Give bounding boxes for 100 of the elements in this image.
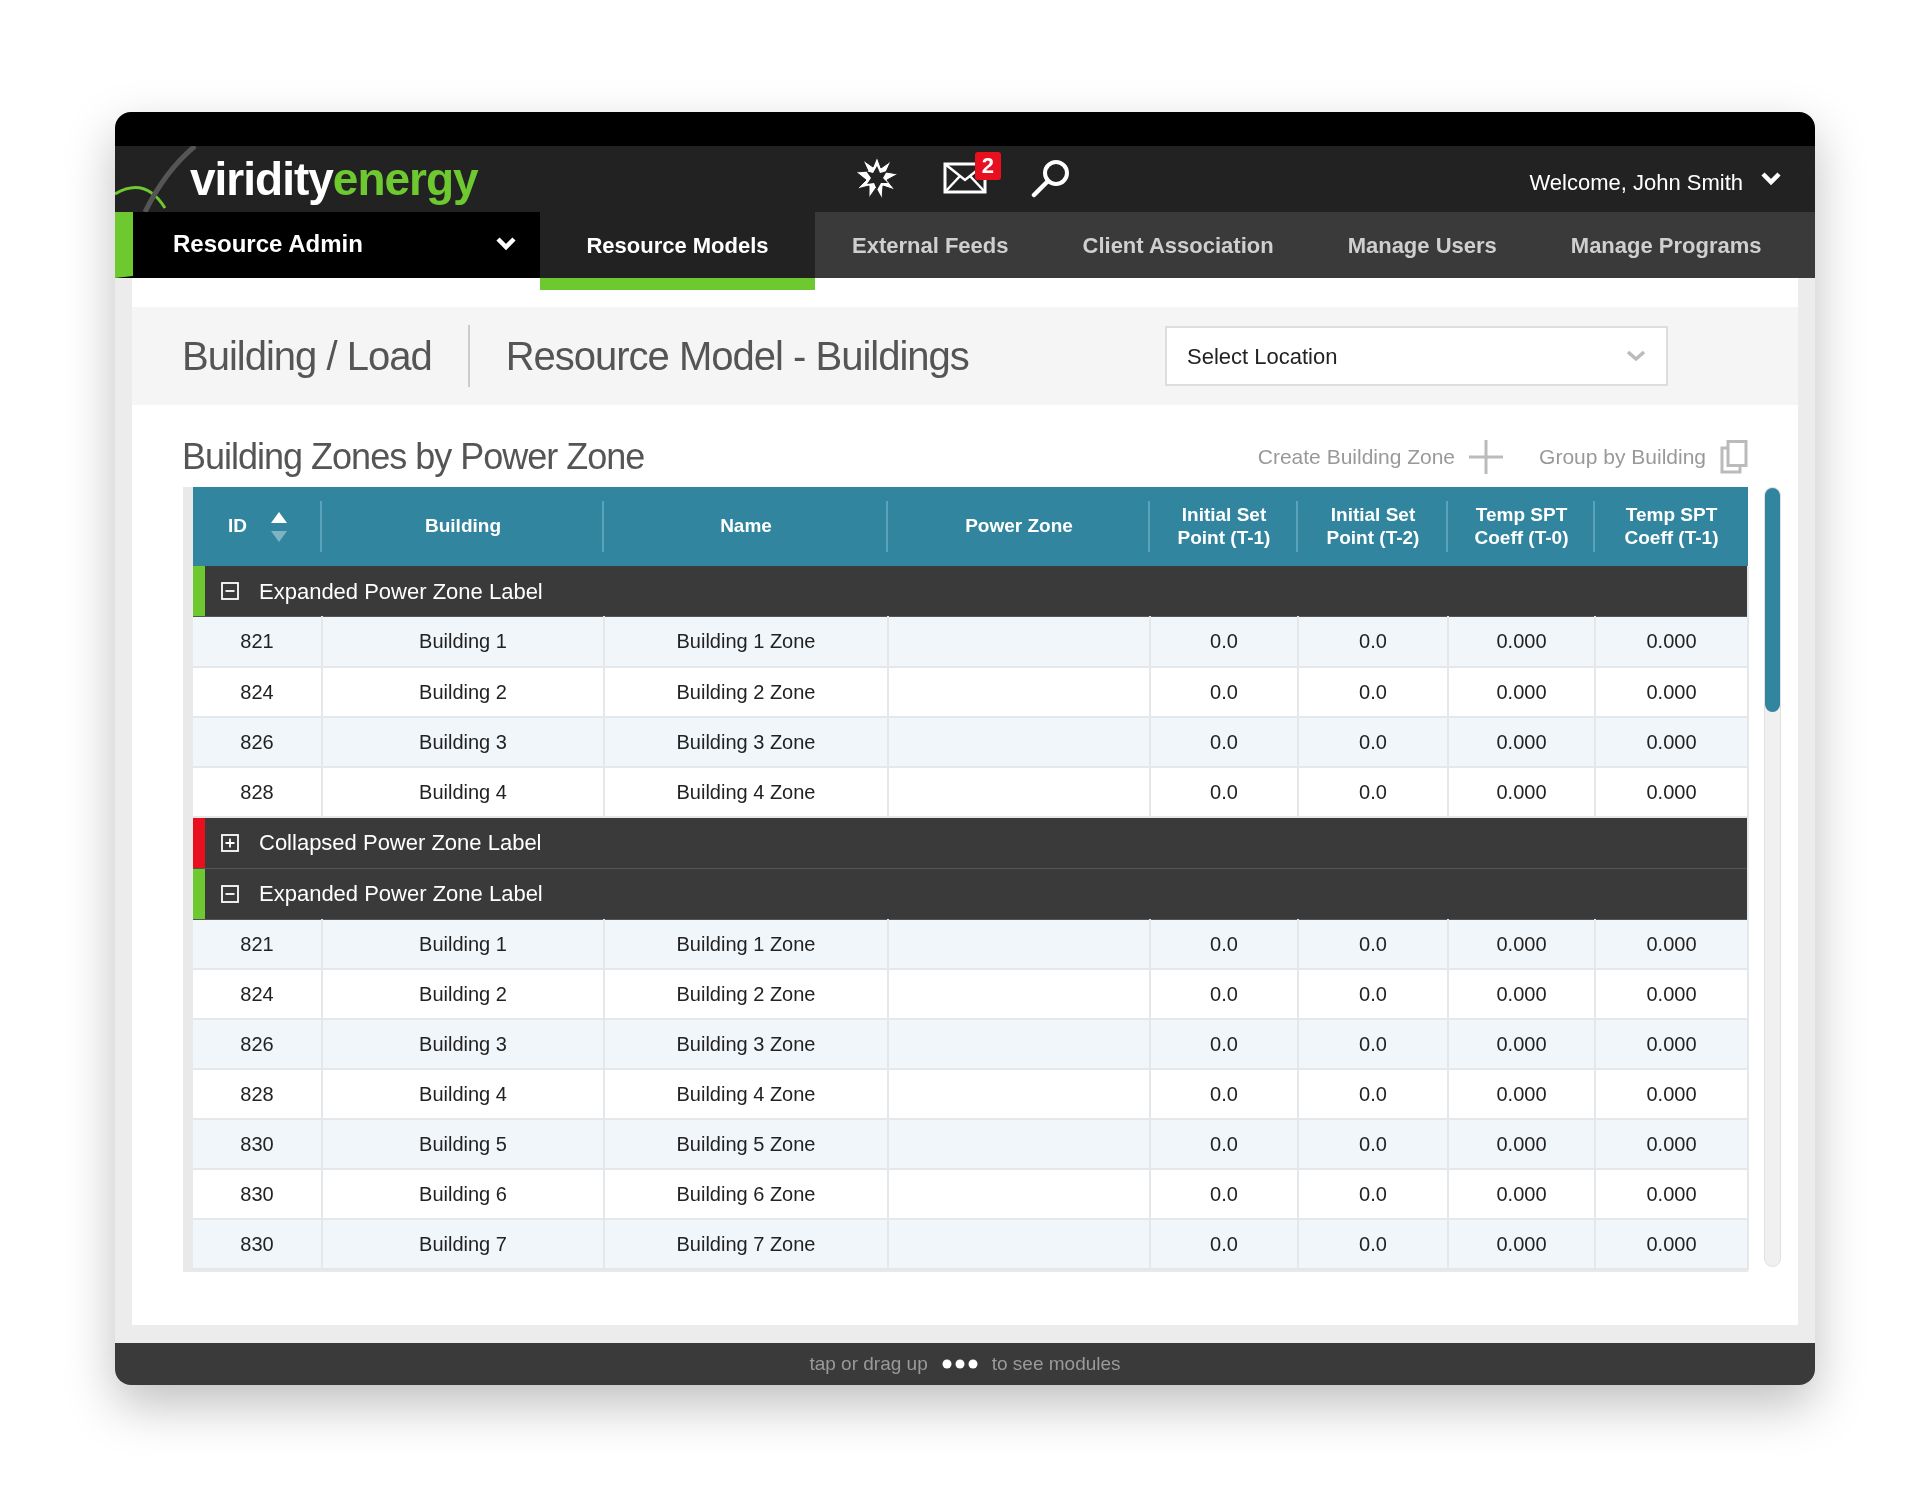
table-cell: 0.000 [1448, 919, 1595, 969]
table-cell: Building 1 Zone [604, 919, 888, 969]
collapse-icon[interactable] [221, 884, 239, 903]
table-cell: 0.000 [1595, 616, 1748, 667]
chevron-down-icon [1626, 350, 1646, 362]
group-row[interactable]: Expanded Power Zone Label [193, 868, 1747, 919]
nav-tab[interactable]: Manage Programs [1533, 212, 1799, 278]
table-cell: 0.000 [1595, 969, 1748, 1019]
table-cell: 0.0 [1298, 766, 1448, 817]
column-header[interactable]: Power Zone [888, 487, 1150, 566]
table-cell: 0.000 [1448, 616, 1595, 667]
group-label: Expanded Power Zone Label [259, 880, 543, 908]
starburst-icon[interactable] [855, 156, 899, 200]
table-cell: Building 7 Zone [604, 1219, 888, 1269]
table-cell: 0.0 [1150, 716, 1298, 767]
group-label: Expanded Power Zone Label [259, 577, 543, 606]
welcome-user-menu[interactable]: Welcome, John Smith [1529, 166, 1743, 199]
dots-handle-icon[interactable] [941, 1359, 978, 1369]
table-cell: Building 5 [322, 1119, 604, 1169]
table-cell: 830 [193, 1119, 322, 1169]
group-label: Collapsed Power Zone Label [259, 829, 542, 857]
table-cell: 0.0 [1150, 919, 1298, 969]
nav-tab[interactable]: External Feeds [815, 212, 1046, 278]
table-cell: 0.000 [1595, 1069, 1748, 1119]
nav-tab[interactable]: Resource Models [540, 212, 815, 290]
table-cell: Building 4 Zone [604, 1069, 888, 1119]
column-header[interactable]: Temp SPT Coeff (T-0) [1448, 487, 1595, 566]
table-cell: 0.000 [1448, 1069, 1595, 1119]
nav-tab[interactable]: Client Association [1045, 212, 1311, 278]
chevron-down-icon[interactable] [1761, 172, 1781, 186]
sort-icon[interactable] [271, 511, 287, 542]
table-cell: Building 7 [322, 1219, 604, 1269]
chevron-down-icon [496, 237, 516, 251]
group-row[interactable]: Collapsed Power Zone Label [193, 817, 1747, 868]
table-cell: 0.0 [1150, 766, 1298, 817]
collapse-icon[interactable] [221, 582, 239, 600]
table-cell: Building 2 Zone [604, 666, 888, 717]
table-cell: 0.000 [1595, 919, 1748, 969]
table-cell: 0.0 [1298, 969, 1448, 1019]
module-label: Resource Admin [173, 229, 363, 259]
table-cell: 0.0 [1298, 1069, 1448, 1119]
table-cell: 0.0 [1150, 1219, 1298, 1269]
page-title: Resource Model - Buildings [505, 333, 969, 380]
table-cell: 0.0 [1150, 969, 1298, 1019]
table-cell: Building 4 Zone [604, 766, 888, 817]
table-cell: 0.0 [1150, 1119, 1298, 1169]
table-cell: 0.000 [1448, 766, 1595, 817]
notification-badge: 2 [974, 152, 1001, 180]
table-cell: 0.000 [1595, 716, 1748, 767]
table-cell: 0.0 [1150, 616, 1298, 667]
table-cell: 0.0 [1150, 666, 1298, 717]
table-cell: 0.000 [1448, 1169, 1595, 1219]
table-cell: 828 [193, 1069, 322, 1119]
table-cell: 824 [193, 666, 322, 717]
table-cell: 0.0 [1298, 666, 1448, 717]
table-cell: 0.000 [1448, 1019, 1595, 1069]
search-icon[interactable] [1031, 158, 1071, 198]
section-title: Building Zones by Power Zone [182, 435, 645, 479]
table-cell: 830 [193, 1219, 322, 1269]
table-cell: Building 6 [322, 1169, 604, 1219]
table-cell: Building 5 Zone [604, 1119, 888, 1169]
location-dropdown[interactable]: Select Location [1165, 326, 1668, 386]
column-header[interactable]: Building [322, 487, 604, 566]
footer-hint: to see modules [991, 1351, 1121, 1376]
nav-tab[interactable]: Manage Users [1310, 212, 1534, 278]
table-cell: Building 2 Zone [604, 969, 888, 1019]
table-cell: Building 4 [322, 1069, 604, 1119]
table-cell: 0.000 [1448, 666, 1595, 717]
expand-icon[interactable] [221, 833, 239, 852]
breadcrumb-section[interactable]: Building / Load [182, 326, 432, 386]
table-cell: 826 [193, 1019, 322, 1069]
table-cell: Building 1 [322, 919, 604, 969]
plus-icon [1469, 440, 1504, 474]
table-cell: 0.0 [1298, 1019, 1448, 1069]
table-cell: 0.0 [1150, 1069, 1298, 1119]
table-cell: 0.000 [1595, 1219, 1748, 1269]
table-cell: Building 6 Zone [604, 1169, 888, 1219]
footer-hint: tap or drag up [809, 1351, 928, 1376]
column-header[interactable]: Initial Set Point (T-2) [1298, 487, 1448, 566]
table-cell: Building 3 Zone [604, 716, 888, 767]
table-cell: 0.0 [1150, 1169, 1298, 1219]
module-dropdown[interactable]: Resource Admin [115, 212, 540, 278]
table-cell: 0.0 [1298, 616, 1448, 667]
column-header[interactable]: Name [604, 487, 888, 566]
table-cell: Building 2 [322, 969, 604, 1019]
table-cell: Building 3 Zone [604, 1019, 888, 1069]
table-cell: 0.000 [1448, 716, 1595, 767]
group-row[interactable]: Expanded Power Zone Label [193, 566, 1747, 616]
column-header[interactable]: Temp SPT Coeff (T-1) [1595, 487, 1748, 566]
table-cell: Building 3 [322, 716, 604, 767]
scrollbar-thumb[interactable] [1765, 488, 1780, 712]
table-cell: Building 1 Zone [604, 616, 888, 667]
table-cell: 0.000 [1595, 1169, 1748, 1219]
table-cell: 828 [193, 766, 322, 817]
table-cell: 0.0 [1298, 1119, 1448, 1169]
table-cell: 0.0 [1298, 1169, 1448, 1219]
column-header[interactable]: Initial Set Point (T-1) [1150, 487, 1298, 566]
table-cell: 821 [193, 919, 322, 969]
table-cell: 0.0 [1298, 1219, 1448, 1269]
column-header[interactable]: ID [193, 487, 322, 566]
